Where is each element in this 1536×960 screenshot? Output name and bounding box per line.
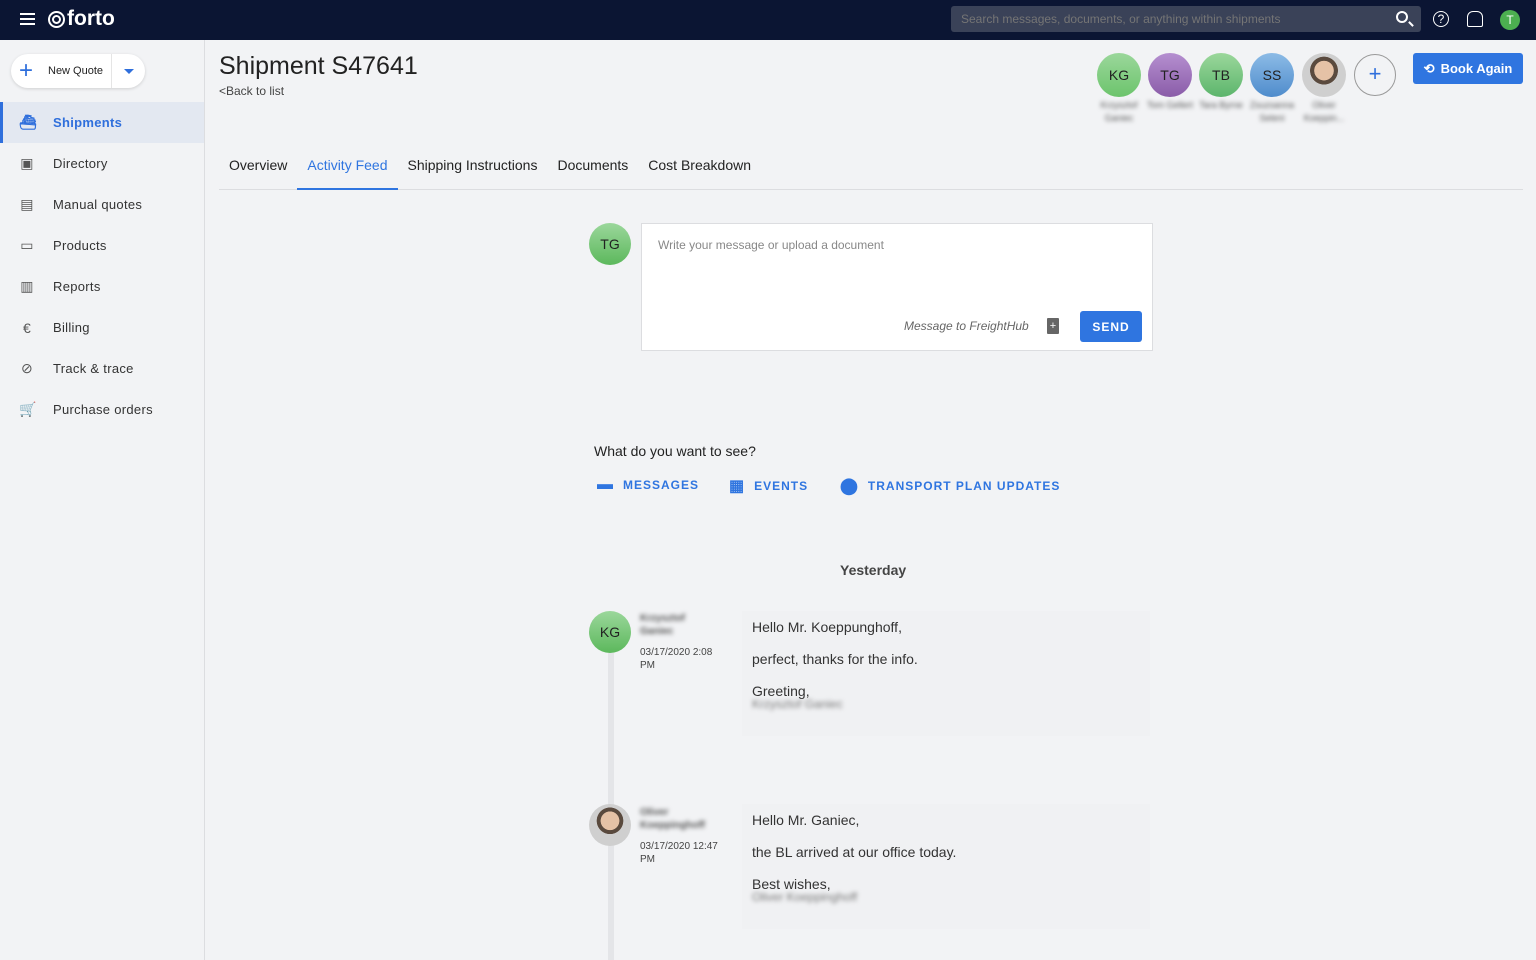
search-input[interactable]	[951, 6, 1421, 32]
calendar-icon: ▦	[729, 478, 746, 495]
message-input[interactable]: Write your message or upload a document	[658, 238, 884, 252]
sidebar-item-directory[interactable]: ▣ Directory	[0, 143, 204, 184]
chat-icon: ▬	[597, 476, 614, 493]
tab-cost-breakdown[interactable]: Cost Breakdown	[638, 145, 761, 190]
timestamp: 03/17/2020 2:08 PM	[640, 647, 713, 671]
euro-icon: €	[22, 319, 32, 336]
participant-avatar[interactable]: KG	[1097, 53, 1141, 97]
new-quote-button[interactable]: + New Quote	[11, 54, 145, 88]
participant-avatar[interactable]: SS	[1250, 53, 1294, 97]
new-quote-label: New Quote	[48, 65, 104, 77]
sidebar-nav: ⛴ Shipments ▣ Directory ▤ Manual quotes ▭ Pr…	[0, 102, 204, 430]
sidebar-item-purchase-orders[interactable]: 🛒 Purchase orders	[0, 389, 204, 430]
message-avatar: KG	[589, 611, 631, 653]
sidebar-item-products[interactable]: ▭ Products	[0, 225, 204, 266]
back-to-list-link[interactable]: <Back to list	[219, 84, 284, 98]
send-button[interactable]: SEND	[1080, 311, 1142, 342]
message-card: Hello Mr. Koeppunghoff, perfect, thanks …	[742, 611, 1150, 736]
feed-day-label: Yesterday	[840, 562, 907, 578]
inbox-icon: ▭	[20, 237, 34, 253]
cart-icon: 🛒	[19, 401, 37, 417]
filter-events[interactable]: ▦ EVENTS	[729, 476, 808, 496]
hamburger-menu-icon[interactable]	[20, 13, 35, 25]
composer-avatar: TG	[589, 223, 631, 265]
sidebar-item-track-trace[interactable]: ⊘ Track & trace	[0, 348, 204, 389]
tab-documents[interactable]: Documents	[547, 145, 638, 190]
tab-bar: Overview Activity Feed Shipping Instruct…	[219, 145, 1523, 190]
message-meta: Krzysztof Ganiec 03/17/2020 2:08 PM	[640, 612, 730, 672]
participant-name: Krzysztof Ganiec	[1100, 100, 1138, 123]
message-meta: Oliver Koeppinghoff 03/17/2020 12:47 PM	[640, 806, 730, 866]
participant-name: Zsuzsanna Seleni	[1249, 100, 1295, 123]
ship-icon: ⛴	[19, 114, 38, 130]
book-again-button[interactable]: ⟲ Book Again	[1413, 53, 1523, 84]
chevron-down-icon[interactable]	[124, 69, 134, 74]
participant-avatar[interactable]: TB	[1199, 53, 1243, 97]
tab-overview[interactable]: Overview	[219, 145, 297, 190]
message-card: Hello Mr. Ganiec, the BL arrived at our …	[742, 804, 1150, 929]
tab-shipping-instructions[interactable]: Shipping Instructions	[398, 145, 548, 190]
forto-logo[interactable]: forto	[48, 7, 115, 31]
sidebar-item-billing[interactable]: € Billing	[0, 307, 204, 348]
participant-name: Tom Gellert	[1146, 100, 1193, 110]
message-photo-avatar	[589, 804, 631, 846]
sidebar: + New Quote ⛴ Shipments ▣ Directory ▤ Manua…	[0, 40, 205, 960]
participant-name: Tara Byrne	[1199, 100, 1243, 110]
timestamp: 03/17/2020 12:47 PM	[640, 841, 718, 865]
recipient-label[interactable]: Message to FreightHub	[904, 319, 1029, 333]
search-refresh-icon: ⟲	[1423, 60, 1435, 76]
filter-question: What do you want to see?	[594, 443, 756, 459]
sidebar-item-shipments[interactable]: ⛴ Shipments	[0, 102, 204, 143]
add-participant-button[interactable]: +	[1354, 54, 1396, 96]
author-name: Krzysztof Ganiec	[640, 613, 686, 637]
compass-icon: ⊘	[20, 360, 34, 376]
participant-name: Oliver Koeppin...	[1303, 100, 1345, 123]
sidebar-item-reports[interactable]: ▥ Reports	[0, 266, 204, 307]
clipboard-icon: ▤	[20, 196, 34, 212]
tab-activity-feed[interactable]: Activity Feed	[297, 145, 398, 190]
signature: Krzysztof Ganiec	[752, 697, 843, 711]
contacts-icon: ▣	[20, 155, 34, 171]
filter-messages[interactable]: ▬ MESSAGES	[597, 476, 699, 494]
participant-photo-avatar[interactable]	[1302, 53, 1346, 97]
top-bar: forto ? T	[0, 0, 1536, 40]
plus-icon: +	[19, 57, 34, 84]
sidebar-item-manual-quotes[interactable]: ▤ Manual quotes	[0, 184, 204, 225]
bell-icon[interactable]	[1467, 11, 1483, 27]
author-name: Oliver Koeppinghoff	[640, 807, 705, 831]
message-composer[interactable]: Write your message or upload a document …	[641, 223, 1153, 351]
page-title: Shipment S47641	[219, 52, 418, 80]
search-icon[interactable]	[1396, 11, 1408, 23]
filter-transport-plan-updates[interactable]: ⬤ TRANSPORT PLAN UPDATES	[840, 476, 1060, 496]
participant-avatar[interactable]: TG	[1148, 53, 1192, 97]
location-pin-icon: ⬤	[840, 478, 859, 495]
attach-document-icon[interactable]: +	[1047, 318, 1059, 334]
user-avatar[interactable]: T	[1500, 10, 1520, 30]
chart-icon: ▥	[20, 278, 34, 294]
signature: Oliver Koeppinghoff	[752, 890, 858, 904]
help-icon[interactable]: ?	[1433, 11, 1449, 27]
